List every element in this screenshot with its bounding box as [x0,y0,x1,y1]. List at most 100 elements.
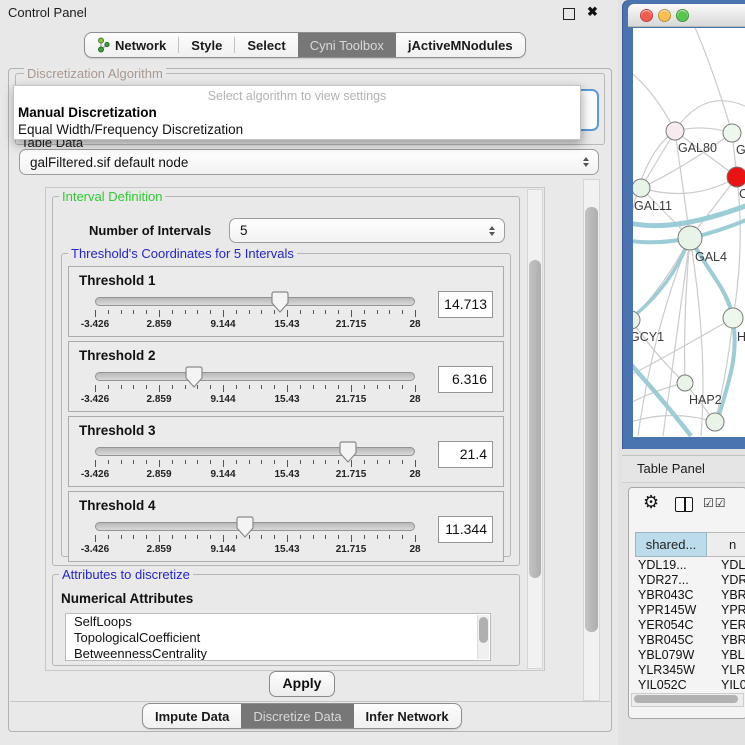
attribute-list-item[interactable]: BetweennessCentrality [66,646,490,661]
network-window-titlebar[interactable] [628,4,745,27]
network-node-label: GAL4 [695,250,727,264]
table-row[interactable]: YBL079WYBL0 [635,648,745,663]
tab-impute-data[interactable]: Impute Data [143,704,241,728]
network-edge[interactable] [641,177,737,193]
columns-icon[interactable] [675,497,693,512]
checkbox-icons[interactable]: ☑☑ [703,496,727,510]
close-icon[interactable]: ✖ [587,4,598,20]
threshold-value-field[interactable]: 21.4 [438,441,493,468]
cell-name: YER0 [721,618,745,633]
tick-label: 28 [409,319,420,330]
threshold-value-field[interactable]: 6.316 [438,366,493,393]
zoom-traffic-light-icon[interactable] [676,9,689,22]
slider-thumb[interactable] [271,291,289,313]
tick-mark [325,460,326,464]
group-title: Discretization Algorithm [24,66,166,81]
top-tab-bar: Network Style Select Cyni Toolbox jActiv… [84,32,526,58]
network-node-gal4[interactable] [678,226,702,250]
slider-track[interactable] [95,447,415,456]
tab-style[interactable]: Style [179,33,234,57]
table-data-combobox[interactable]: galFiltered.sif default node [19,149,599,175]
tick-mark [364,310,365,314]
tab-discretize-data[interactable]: Discretize Data [241,704,353,728]
tick-mark [236,460,237,464]
column-header-shared-name[interactable]: shared... [635,532,707,557]
tick-label: 15.43 [274,394,299,405]
minimize-traffic-light-icon[interactable] [658,9,671,22]
table-row[interactable]: YIL052CYIL0 [635,678,745,691]
cell-shared-name: YPR145W [635,603,721,618]
network-edge-thick[interactable] [633,238,690,323]
numerical-attributes-list[interactable]: SelfLoopsTopologicalCoefficientBetweenne… [65,613,491,661]
threshold-slider[interactable]: -3.4262.8599.14415.4321.71528 [95,297,415,331]
tab-network[interactable]: Network [85,33,178,57]
tab-select[interactable]: Select [235,33,297,57]
network-node-hap2[interactable] [677,375,693,391]
inner-scrollbar[interactable] [527,189,543,669]
network-node-gal11[interactable] [633,179,650,197]
tab-jactivemnodules[interactable]: jActiveMNodules [396,33,525,57]
threshold-row: Threshold 1-3.4262.8599.14415.4321.71528… [68,266,504,337]
table-row[interactable]: YPR145WYPR1 [635,603,745,618]
cell-shared-name: YDL19... [635,558,721,573]
network-node[interactable] [706,413,724,431]
tick-mark [402,310,403,314]
table-row[interactable]: YDL19...YDL1 [635,558,745,573]
threshold-slider[interactable]: -3.4262.8599.14415.4321.71528 [95,447,415,481]
tick-mark [172,310,173,314]
tick-mark [197,310,198,314]
tab-infer-network[interactable]: Infer Network [354,704,461,728]
num-intervals-combobox[interactable]: 5 [229,218,505,243]
float-window-icon[interactable] [563,8,575,20]
slider-track[interactable] [95,372,415,381]
apply-button[interactable]: Apply [269,671,335,697]
threshold-slider[interactable]: -3.4262.8599.14415.4321.71528 [95,522,415,556]
tick-mark [95,460,96,467]
slider-thumb[interactable] [236,516,254,538]
attribute-list-item[interactable]: TopologicalCoefficient [66,630,490,646]
threshold-slider[interactable]: -3.4262.8599.14415.4321.71528 [95,372,415,406]
column-header-name[interactable]: n [707,532,745,557]
slider-track[interactable] [95,522,415,531]
horizontal-scrollbar[interactable] [631,693,744,707]
table-panel: ⚙ ☑☑ shared... n YDL19...YDL1YDR27...YDR… [628,487,745,719]
threshold-value-field[interactable]: 14.713 [438,291,493,318]
table-row[interactable]: YER054CYER0 [635,618,745,633]
network-node-h[interactable] [723,308,743,328]
table-row[interactable]: YLR345WYLR3 [635,663,745,678]
network-node-ga[interactable] [723,124,741,142]
tick-mark [338,535,339,539]
dropdown-option-manual[interactable]: Manual Discretization [14,104,580,121]
network-node-label: GA [736,143,745,157]
slider-thumb[interactable] [339,441,357,463]
cell-name: YIL0 [721,678,745,691]
table-row[interactable]: YDR27...YDR2 [635,573,745,588]
tick-mark [389,460,390,464]
tick-mark [377,460,378,464]
gear-icon[interactable]: ⚙ [643,492,659,513]
tick-mark [210,385,211,389]
tab-cyni-toolbox[interactable]: Cyni Toolbox [298,33,396,57]
table-row[interactable]: YBR045CYBR0 [635,633,745,648]
slider-thumb[interactable] [185,366,203,388]
tick-mark [249,310,250,314]
list-scrollbar[interactable] [477,615,489,659]
tick-mark [121,460,122,464]
outer-scrollbar[interactable] [583,179,600,701]
dropdown-option-equal-width[interactable]: Equal Width/Frequency Discretization [14,121,580,138]
slider-track[interactable] [95,297,415,306]
close-traffic-light-icon[interactable] [640,9,653,22]
attribute-list-item[interactable]: SelfLoops [66,614,490,630]
threshold-value-field[interactable]: 11.344 [438,516,493,543]
network-canvas[interactable]: GAL80GACGAL11GAL4GCY1HHAP2 [633,28,745,437]
table-row[interactable]: YBR043CYBR0 [635,588,745,603]
network-edge[interactable] [633,68,675,131]
tick-mark [108,310,109,314]
tick-mark [325,535,326,539]
network-edge[interactable] [693,28,732,133]
tick-mark [300,535,301,539]
cell-name: YBR0 [721,633,745,648]
network-node-c[interactable] [727,167,745,187]
network-node-gal80[interactable] [666,122,684,140]
network-edge[interactable] [633,318,733,378]
